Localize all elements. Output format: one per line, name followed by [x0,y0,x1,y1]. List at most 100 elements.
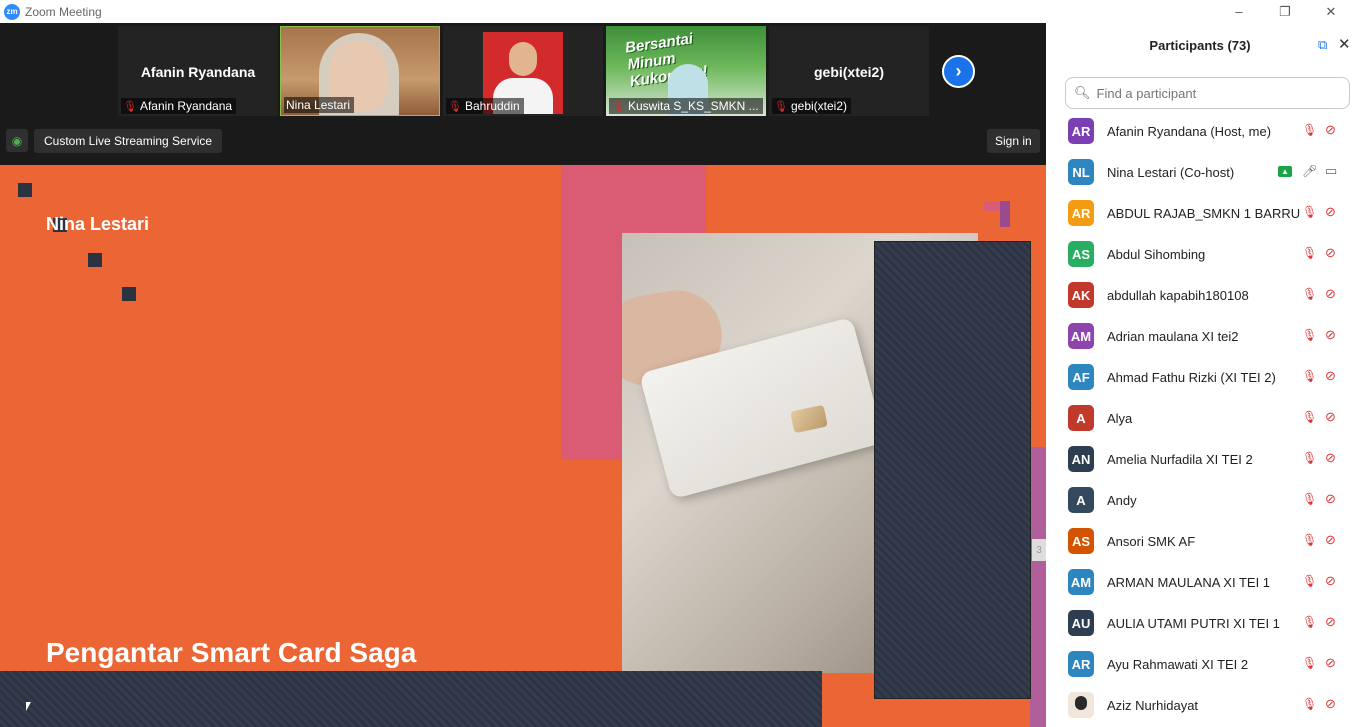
participant-row[interactable]: AS Ansori SMK AF 🎙︎ ⊘ [1046,521,1354,562]
tile-label-text: Afanin Ryandana [139,99,233,113]
video-tile[interactable]: gebi(xtei2) 🎙 gebi(xtei2) [769,26,929,116]
slide-deco-square [18,183,32,197]
participant-row[interactable]: AS Abdul Sihombing 🎙︎ ⊘ [1046,234,1354,275]
participants-panel: Participants (73) ⧉ ✕ 🔍︎ AR Afanin Ryanda… [1046,23,1354,727]
mic-muted-icon[interactable]: 🎙︎ [1302,369,1317,383]
video-off-icon[interactable]: ⊘ [1325,614,1336,630]
participant-row[interactable]: AF Ahmad Fathu Rizki (XI TEI 2) 🎙︎ ⊘ [1046,357,1354,398]
slide-deco-strip [1030,447,1046,727]
tile-label-text: gebi(xtei2) [790,99,847,113]
tile-display-name: gebi(xtei2) [813,64,884,80]
next-page-button[interactable]: › [942,55,975,88]
participant-row[interactable]: AM Adrian maulana XI tei2 🎙︎ ⊘ [1046,316,1354,357]
slide-deco-square [88,253,102,267]
participant-row[interactable]: AR ABDUL RAJAB_SMKN 1 BARRU 🎙︎ ⊘ [1046,193,1354,234]
participant-name: Adrian maulana XI tei2 [1107,329,1239,344]
avatar: AM [1068,569,1094,595]
mic-muted-icon[interactable]: 🎙︎ [1302,123,1317,137]
video-tile[interactable]: Afanin Ryandana 🎙 Afanin Ryandana [118,26,278,116]
screen-share-icon: ▲ [1278,166,1292,177]
participant-row[interactable]: AU AULIA UTAMI PUTRI XI TEI 1 🎙︎ ⊘ [1046,603,1354,644]
mic-muted-icon[interactable]: 🎙︎ [1302,410,1317,424]
participant-row[interactable]: AN Amelia Nurfadila XI TEI 2 🎙︎ ⊘ [1046,439,1354,480]
meeting-area: Afanin Ryandana 🎙 Afanin Ryandana Nina L… [0,23,1046,727]
tile-name-label: 🎙 Bahruddin [446,98,524,114]
live-stream-icon[interactable]: ◉ [6,129,28,152]
popout-icon[interactable]: ⧉ [1318,37,1332,52]
minimize-button[interactable]: – [1216,0,1262,23]
video-off-icon[interactable]: ⊘ [1325,491,1336,507]
tile-name-label: 🎙 Afanin Ryandana [121,98,237,114]
avatar: A [1068,405,1094,431]
video-off-icon[interactable]: ⊘ [1325,245,1336,261]
participant-name: Nina Lestari (Co-host) [1107,165,1235,180]
search-input[interactable] [1096,85,1337,101]
zoom-logo-icon: zm [4,3,20,20]
sign-in-button[interactable]: Sign in [987,129,1040,153]
slide-deco-corner [984,201,1010,227]
title-bar: zm Zoom Meeting – ❐ ✕ [0,0,1354,23]
video-off-icon[interactable]: ⊘ [1325,409,1336,425]
slide-bottom-band [0,671,822,727]
video-icon[interactable]: ▭ [1325,163,1337,179]
video-off-icon[interactable]: ⊘ [1325,532,1336,548]
participant-row[interactable]: A Alya 🎙︎ ⊘ [1046,398,1354,439]
avatar: AS [1068,241,1094,267]
mic-muted-icon[interactable]: 🎙︎ [1302,246,1317,260]
participant-name: Ayu Rahmawati XI TEI 2 [1107,657,1249,672]
mic-muted-icon[interactable]: 🎙︎ [1302,328,1317,342]
participant-row[interactable]: A Andy 🎙︎ ⊘ [1046,480,1354,521]
avatar: AN [1068,446,1094,472]
live-streaming-button[interactable]: Custom Live Streaming Service [34,129,223,153]
mic-muted-icon[interactable]: 🎙︎ [1302,287,1317,301]
avatar: AR [1068,651,1094,677]
tile-name-label: Nina Lestari [284,97,355,113]
video-off-icon[interactable]: ⊘ [1325,122,1336,138]
mic-muted-icon: 🎙 [611,100,625,113]
video-off-icon[interactable]: ⊘ [1325,573,1336,589]
video-off-icon[interactable]: ⊘ [1325,450,1336,466]
participant-row[interactable]: AR Ayu Rahmawati XI TEI 2 🎙︎ ⊘ [1046,644,1354,685]
video-off-icon[interactable]: ⊘ [1325,655,1336,671]
mouse-cursor [26,702,31,711]
video-off-icon[interactable]: ⊘ [1325,696,1336,712]
participant-row[interactable]: AM ARMAN MAULANA XI TEI 1 🎙︎ ⊘ [1046,562,1354,603]
tile-name-label: 🎙 gebi(xtei2) [772,98,851,114]
video-off-icon[interactable]: ⊘ [1325,368,1336,384]
video-tile[interactable]: 🎙 Bahruddin [443,26,603,116]
close-button[interactable]: ✕ [1308,0,1354,23]
restore-button[interactable]: ❐ [1262,0,1308,23]
participant-row[interactable]: Aziz Nurhidayat 🎙︎ ⊘ [1046,685,1354,726]
mic-muted-icon[interactable]: 🎙︎ [1302,533,1317,547]
participant-row[interactable]: AR Afanin Ryandana (Host, me) 🎙︎ ⊘ [1046,111,1354,152]
participant-name: Andy [1107,493,1137,508]
avatar: AF [1068,364,1094,390]
mic-muted-icon[interactable]: 🎙︎ [1302,615,1317,629]
video-off-icon[interactable]: ⊘ [1325,286,1336,302]
window-controls: – ❐ ✕ [1216,0,1354,23]
mic-icon[interactable]: 🎤︎ [1302,164,1317,178]
mic-muted-icon[interactable]: 🎙︎ [1302,492,1317,506]
video-tile-active[interactable]: Nina Lestari [280,26,440,116]
mic-muted-icon[interactable]: 🎙︎ [1302,205,1317,219]
speaker-name: Nina Lestari [46,214,150,234]
avatar: AR [1068,200,1094,226]
close-panel-icon[interactable]: ✕ [1338,35,1352,53]
avatar: AS [1068,528,1094,554]
video-off-icon[interactable]: ⊘ [1325,204,1336,220]
participant-row[interactable]: NL Nina Lestari (Co-host) ▲ 🎤︎ ▭ [1046,152,1354,193]
slide-mini-control[interactable]: 3 [1032,539,1046,561]
search-participant-field[interactable]: 🔍︎ [1065,77,1350,109]
avatar: AM [1068,323,1094,349]
mic-muted-icon[interactable]: 🎙︎ [1302,697,1317,711]
video-tile[interactable]: Bersantai Minum Kukopimu! 🎙 Kuswita S_KS… [606,26,766,116]
participant-row[interactable]: AK abdullah kapabih180108 🎙︎ ⊘ [1046,275,1354,316]
participant-name: ABDUL RAJAB_SMKN 1 BARRU [1107,206,1301,221]
mic-muted-icon[interactable]: 🎙︎ [1302,656,1317,670]
video-off-icon[interactable]: ⊘ [1325,327,1336,343]
participant-name: Afanin Ryandana (Host, me) [1107,124,1272,139]
participants-list: AR Afanin Ryandana (Host, me) 🎙︎ ⊘ NL Nina Le… [1046,111,1354,726]
mic-muted-icon[interactable]: 🎙︎ [1302,574,1317,588]
mic-muted-icon[interactable]: 🎙︎ [1302,451,1317,465]
participant-name: Alya [1107,411,1133,426]
